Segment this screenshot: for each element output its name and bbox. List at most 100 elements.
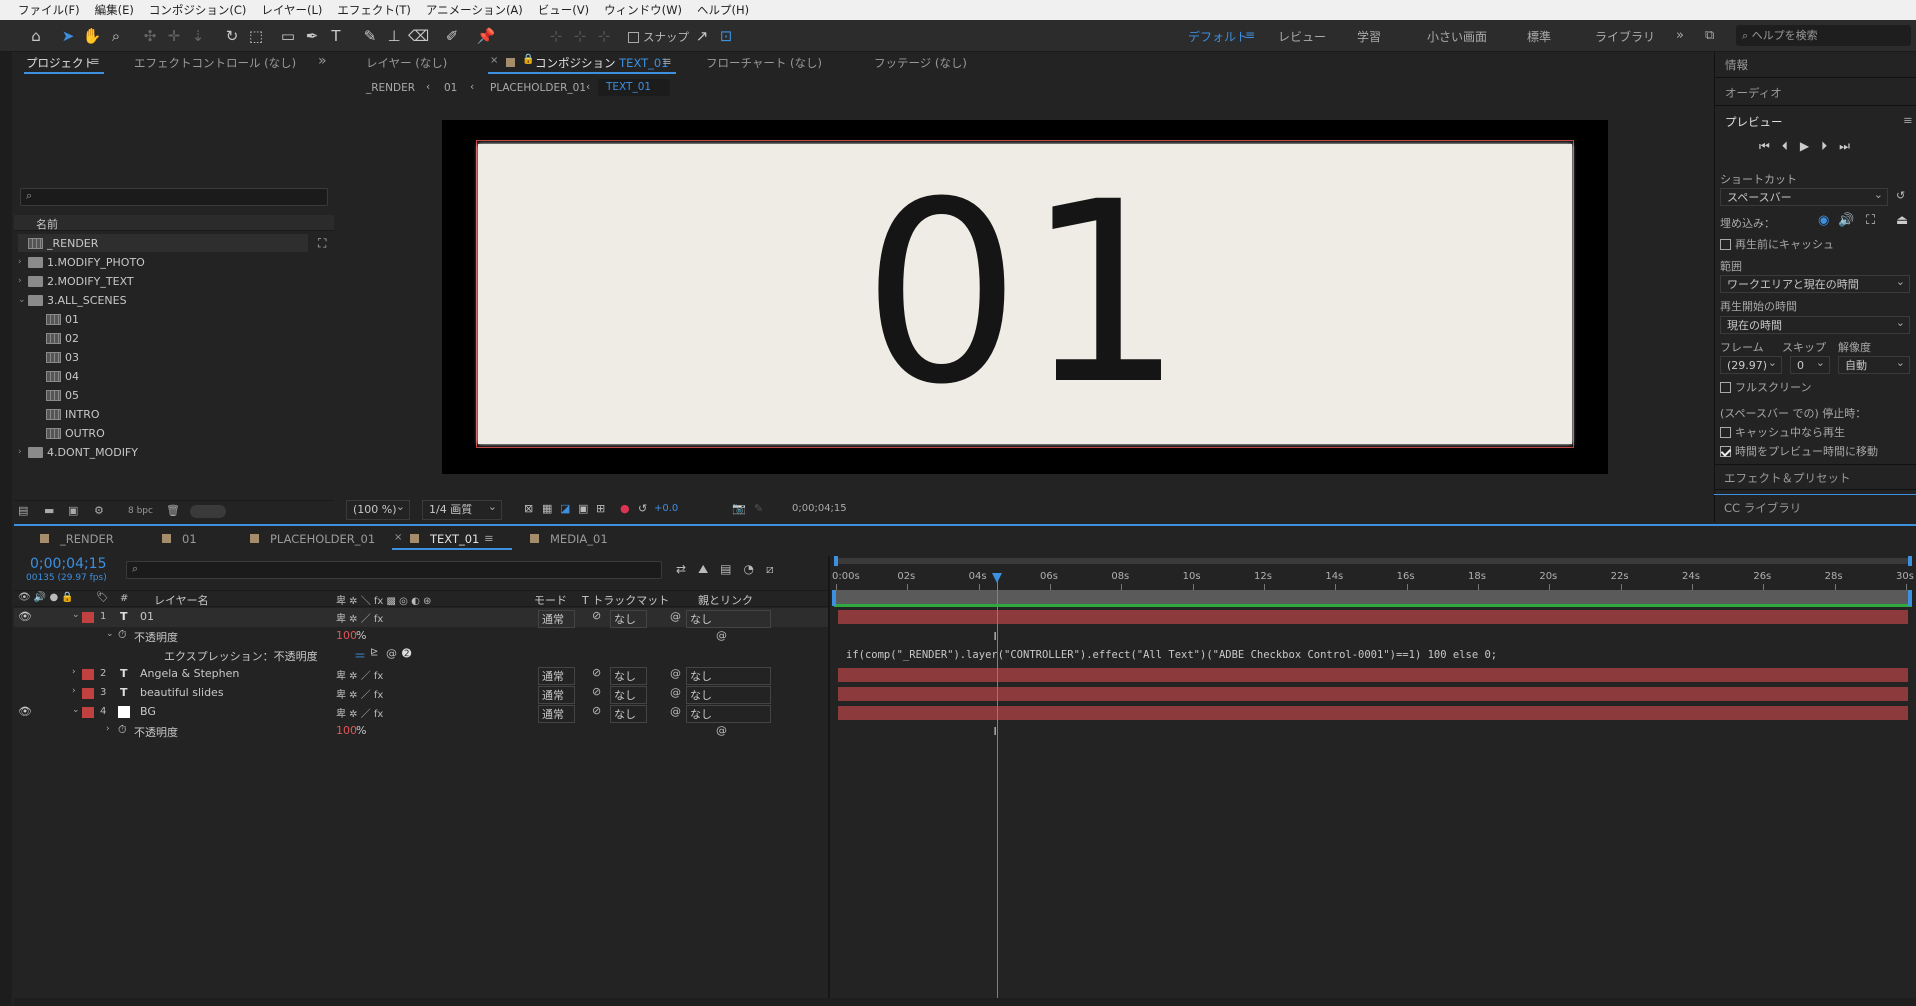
- last-frame-icon[interactable]: ⏭: [1839, 139, 1862, 153]
- resolution-preview-select[interactable]: 自動: [1838, 354, 1910, 374]
- label-column-icon[interactable]: 🏷: [96, 592, 109, 603]
- project-item[interactable]: INTRO: [36, 405, 100, 423]
- track-matte-select[interactable]: なし: [610, 667, 647, 685]
- expand-icon[interactable]: ›: [72, 686, 76, 696]
- thumbnail-slider[interactable]: [190, 505, 226, 518]
- type-tool-icon[interactable]: T: [326, 26, 346, 46]
- opacity-value[interactable]: 100: [336, 724, 357, 737]
- track-matte-icon[interactable]: ⊘: [592, 609, 601, 622]
- clone-stamp-icon[interactable]: ⊥: [384, 26, 404, 46]
- lock-icon[interactable]: 🔒: [522, 54, 534, 65]
- comp-flowchart-icon[interactable]: ⇄: [676, 562, 698, 576]
- switches-column-icons[interactable]: 卑 ✲ ＼ fx ▩ ◎ ◐ ⊛: [336, 592, 431, 607]
- expression-enable-icon[interactable]: ＝: [354, 647, 366, 664]
- snap-options-icon[interactable]: ↗: [692, 26, 712, 46]
- comp-tab-menu-icon[interactable]: ≡: [662, 54, 672, 68]
- project-item[interactable]: _RENDER: [18, 234, 308, 252]
- flowchart-icon[interactable]: ⛶: [318, 236, 326, 251]
- tab-composition[interactable]: コンポジション TEXT_01: [535, 55, 669, 71]
- brush-tool-icon[interactable]: ✎: [360, 26, 380, 46]
- collapse-icon[interactable]: ⌄: [72, 610, 80, 620]
- eraser-tool-icon[interactable]: ⌫: [408, 26, 429, 46]
- move-time-toggle[interactable]: 時間をプレビュー時間に移動: [1720, 443, 1878, 459]
- breadcrumb-text01[interactable]: TEXT_01: [598, 79, 670, 96]
- timeline-tab-01[interactable]: 01: [182, 532, 197, 546]
- timeline-search-input[interactable]: ⌕: [126, 561, 662, 579]
- mask-visibility-icon[interactable]: ◪: [560, 502, 570, 515]
- visibility-eye-icon[interactable]: 👁: [18, 705, 32, 718]
- composition-canvas[interactable]: 01: [442, 120, 1608, 474]
- close-timeline-tab-icon[interactable]: ×: [394, 532, 402, 543]
- av-features-icons[interactable]: 👁 🔊 ● 🔒: [18, 592, 74, 603]
- menu-view[interactable]: ビュー(V): [538, 2, 589, 18]
- play-icon[interactable]: ▶: [1800, 139, 1821, 153]
- hand-tool-icon[interactable]: ✋: [82, 26, 102, 46]
- project-item[interactable]: 01: [36, 310, 79, 328]
- parent-select[interactable]: なし: [686, 705, 771, 723]
- tab-footage[interactable]: フッテージ (なし): [874, 55, 967, 71]
- axis-view-icon[interactable]: ⊹: [594, 26, 614, 46]
- layer-name[interactable]: beautiful slides: [140, 686, 224, 699]
- delete-icon[interactable]: 🗑: [166, 504, 180, 517]
- collapse-icon[interactable]: ⌄: [72, 705, 80, 715]
- viewer-timecode[interactable]: 0;00;04;15: [792, 503, 847, 514]
- help-search-input[interactable]: ⌕ ヘルプを検索: [1736, 25, 1911, 46]
- snap-toggle[interactable]: スナップ: [628, 29, 689, 45]
- grid-guides-icon[interactable]: ⊞: [596, 502, 605, 515]
- snap-checkbox[interactable]: [628, 32, 639, 43]
- region-of-interest-icon[interactable]: ▣: [578, 502, 588, 515]
- expand-right-icon[interactable]: ›: [18, 257, 28, 267]
- bpc-label[interactable]: 8 bpc: [128, 506, 153, 516]
- visibility-eye-icon[interactable]: 👁: [18, 610, 32, 623]
- audio-panel-title[interactable]: オーディオ: [1725, 85, 1782, 101]
- include-overlay-icon[interactable]: ⛶: [1866, 213, 1875, 228]
- tab-flowchart[interactable]: フローチャート (なし): [706, 55, 822, 71]
- opacity-value[interactable]: 100: [336, 629, 357, 642]
- menu-help[interactable]: ヘルプ(H): [697, 2, 749, 18]
- menu-effect[interactable]: エフェクト(T): [337, 2, 411, 18]
- first-frame-icon[interactable]: ⏮: [1759, 139, 1782, 153]
- expression-graph-icon[interactable]: ⊵: [370, 647, 378, 658]
- close-tab-icon[interactable]: ×: [490, 55, 498, 66]
- roto-brush-icon[interactable]: ✐: [442, 26, 462, 46]
- opacity-property-row[interactable]: › ⏱ 不透明度 100% @: [14, 722, 829, 741]
- pan-behind-icon[interactable]: ⬚: [246, 26, 266, 46]
- collapse-icon[interactable]: ⌄: [106, 629, 114, 639]
- layer-switches[interactable]: 卑 ✲ ／ fx: [336, 686, 383, 701]
- layer-name[interactable]: Angela & Stephen: [140, 667, 239, 680]
- axis-world-icon[interactable]: ⊹: [570, 26, 590, 46]
- layer-row[interactable]: 👁 ⌄ 1 T 01 卑 ✲ ／ fx 通常 ⊘ なし @ なし: [14, 608, 829, 628]
- layer-label-color[interactable]: [82, 612, 94, 623]
- layer-label-color[interactable]: [82, 707, 94, 718]
- layer-row[interactable]: › 3 Tbeautiful slides 卑 ✲ ／ fx 通常 ⊘ なし @ なし: [14, 684, 829, 704]
- motion-blur-icon[interactable]: ◔: [744, 562, 766, 576]
- reset-shortcut-icon[interactable]: ↺: [1896, 189, 1905, 202]
- move-time-checkbox[interactable]: [1720, 446, 1731, 457]
- menu-edit[interactable]: 編集(E): [95, 2, 134, 18]
- fast-preview-icon[interactable]: ⊠: [524, 502, 533, 515]
- rotate-tool-icon[interactable]: ↻: [222, 26, 242, 46]
- blend-mode-select[interactable]: 通常: [538, 705, 575, 723]
- layer-row[interactable]: 👁 ⌄ 4 BG 卑 ✲ ／ fx 通常 ⊘ なし @ なし: [14, 703, 829, 723]
- zoom-tool-icon[interactable]: ⌕: [106, 26, 126, 46]
- home-icon[interactable]: ⌂: [26, 26, 46, 46]
- workspace-overflow-icon[interactable]: »: [1676, 28, 1684, 43]
- project-item[interactable]: 04: [36, 367, 79, 385]
- full-screen-checkbox[interactable]: [1720, 382, 1731, 393]
- rectangle-tool-icon[interactable]: ▭: [278, 26, 298, 46]
- frame-blending-icon[interactable]: ▤: [720, 562, 743, 576]
- panel-overflow-icon[interactable]: »: [318, 53, 327, 69]
- transparency-grid-icon[interactable]: ▦: [542, 502, 552, 515]
- track-matte-select[interactable]: なし: [610, 610, 647, 628]
- layer-name[interactable]: 01: [140, 610, 154, 623]
- include-audio-icon[interactable]: 🔊: [1838, 213, 1854, 228]
- tab-layer[interactable]: レイヤー (なし): [366, 55, 447, 71]
- selection-tool-icon[interactable]: ➤: [58, 26, 78, 46]
- property-pick-whip-icon[interactable]: @: [716, 629, 727, 642]
- expand-right-icon[interactable]: ›: [18, 276, 28, 286]
- new-composition-icon[interactable]: ▣: [68, 504, 78, 517]
- timeline-tab-media01[interactable]: MEDIA_01: [550, 532, 608, 546]
- layer-label-color[interactable]: [82, 669, 94, 680]
- track-matte-icon[interactable]: ⊘: [592, 666, 601, 679]
- tab-project[interactable]: プロジェクト: [26, 55, 95, 71]
